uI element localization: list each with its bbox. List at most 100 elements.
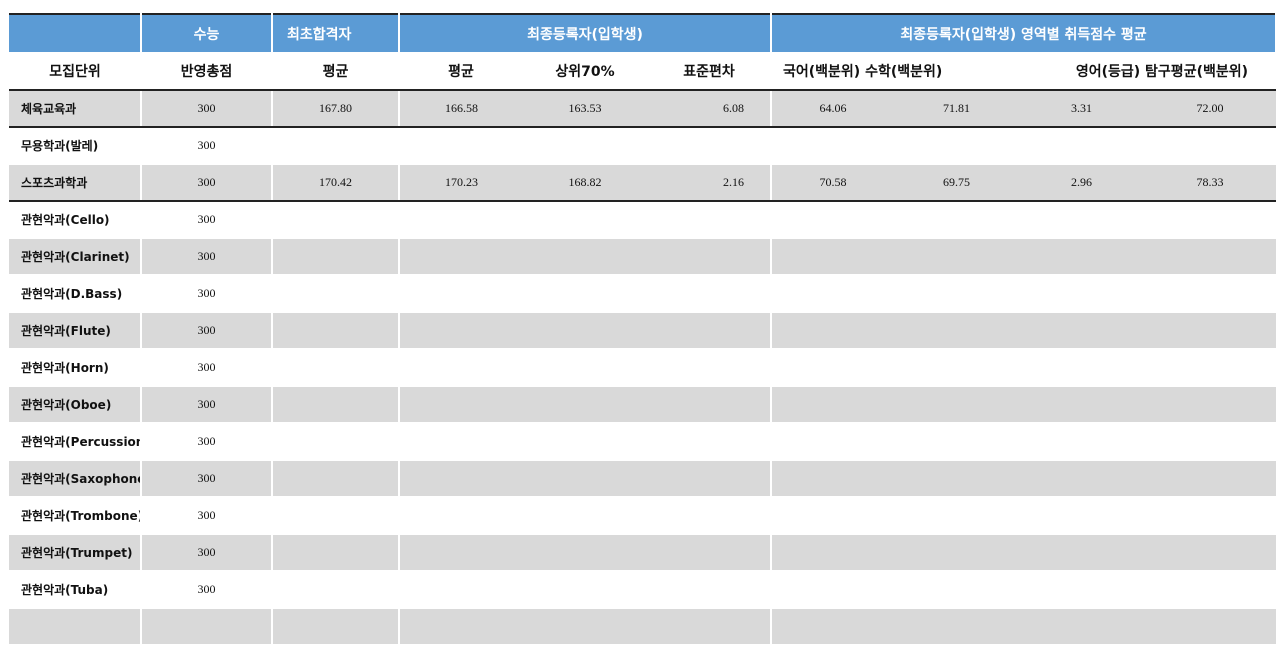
cell-final-average [399,608,523,646]
cell-explore-percentile [1144,497,1277,535]
cell-std-dev [647,534,772,572]
cell-top70 [523,201,647,239]
cell-explore-percentile [1144,238,1277,276]
cell-final-average [399,534,523,572]
table-row: 관현악과(Cello) 300 [9,201,1277,239]
cell-math-percentile [894,608,1019,646]
admission-results-table-wrapper: 수능 최초합격자 최종등록자(입학생) 최종등록자(입학생) 영역별 취득점수 … [9,13,1278,646]
cell-english-grade [1019,201,1144,239]
cell-first-average [272,275,400,313]
cell-first-average: 170.42 [272,164,400,202]
cell-total-score: 300 [141,386,273,424]
header-total-score: 반영총점 [141,52,272,91]
cell-std-dev [647,275,772,313]
cell-math-percentile [894,386,1019,424]
cell-top70 [523,127,647,165]
cell-std-dev [647,497,772,535]
cell-top70 [523,608,647,646]
cell-english-grade [1019,571,1144,609]
cell-math-percentile [894,312,1019,350]
cell-final-average [399,349,523,387]
table-row: 체육교육과 300 167.80 166.58 163.53 6.08 64.06 71.81… [9,90,1277,128]
table-row: 관현악과(Horn) 300 [9,349,1277,387]
cell-english-grade [1019,608,1144,646]
cell-unit-name: 체육교육과 [9,90,142,128]
cell-final-average: 170.23 [399,164,523,202]
cell-math-percentile [894,349,1019,387]
cell-std-dev [647,386,772,424]
cell-first-average [272,127,400,165]
cell-english-grade [1019,312,1144,350]
header-final-registrants: 최종등록자(입학생) [399,13,772,52]
cell-final-average [399,201,523,239]
header-first-average: 평균 [272,52,399,91]
cell-korean-percentile [771,386,894,424]
cell-unit-name: 관현악과(Saxophone) [9,460,142,498]
cell-english-grade: 3.31 [1019,90,1144,128]
cell-first-average [272,423,400,461]
cell-std-dev [647,238,772,276]
cell-total-score: 300 [141,238,273,276]
cell-english-grade [1019,423,1144,461]
header-final-average: 평균 [399,52,523,91]
cell-english-grade [1019,386,1144,424]
cell-final-average [399,127,523,165]
admission-results-table: 수능 최초합격자 최종등록자(입학생) 최종등록자(입학생) 영역별 취득점수 … [9,13,1278,646]
header-row-columns: 모집단위 반영총점 평균 평균 상위70% 표준편차 국어(백분위) 수학(백분… [9,52,1277,91]
header-korean-math: 국어(백분위) 수학(백분위) [771,52,1019,91]
cell-first-average [272,497,400,535]
cell-top70 [523,349,647,387]
cell-first-average [272,386,400,424]
cell-total-score: 300 [141,497,273,535]
cell-unit-name: 무용학과(발레) [9,127,142,165]
cell-korean-percentile [771,201,894,239]
cell-explore-percentile [1144,349,1277,387]
cell-math-percentile [894,497,1019,535]
cell-total-score [141,608,273,646]
cell-unit-name: 관현악과(Percussion) [9,423,142,461]
cell-std-dev [647,423,772,461]
cell-unit-name: 관현악과(D.Bass) [9,275,142,313]
cell-english-grade [1019,275,1144,313]
cell-korean-percentile [771,349,894,387]
header-row-groups: 수능 최초합격자 최종등록자(입학생) 최종등록자(입학생) 영역별 취득점수 … [9,13,1278,52]
cell-top70 [523,312,647,350]
cell-korean-percentile [771,423,894,461]
cell-explore-percentile [1144,571,1277,609]
table-row: 관현악과(Percussion) 300 [9,423,1277,461]
cell-unit-name: 스포츠과학과 [9,164,142,202]
cell-math-percentile [894,534,1019,572]
cell-unit-name: 관현악과(Clarinet) [9,238,142,276]
cell-math-percentile [894,423,1019,461]
cell-std-dev [647,349,772,387]
cell-explore-percentile [1144,423,1277,461]
cell-english-grade: 2.96 [1019,164,1144,202]
cell-first-average [272,460,400,498]
cell-std-dev [647,312,772,350]
cell-final-average: 166.58 [399,90,523,128]
cell-explore-percentile [1144,201,1277,239]
cell-korean-percentile [771,497,894,535]
cell-total-score: 300 [141,460,273,498]
cell-math-percentile [894,238,1019,276]
cell-math-percentile [894,460,1019,498]
header-unit: 모집단위 [9,52,141,91]
cell-korean-percentile [771,275,894,313]
table-row: 관현악과(Trombone) 300 [9,497,1277,535]
cell-top70 [523,460,647,498]
header-blank [9,13,142,52]
cell-std-dev [647,460,772,498]
cell-english-grade [1019,349,1144,387]
cell-explore-percentile [1144,275,1277,313]
table-row: 관현악과(Trumpet) 300 [9,534,1277,572]
cell-first-average [272,349,400,387]
cell-top70: 168.82 [523,164,647,202]
table-row: 관현악과(D.Bass) 300 [9,275,1277,313]
cell-top70 [523,534,647,572]
cell-final-average [399,497,523,535]
cell-first-average [272,534,400,572]
cell-final-average [399,386,523,424]
cell-total-score: 300 [141,90,273,128]
header-std-dev: 표준편차 [647,52,771,91]
cell-std-dev [647,608,772,646]
